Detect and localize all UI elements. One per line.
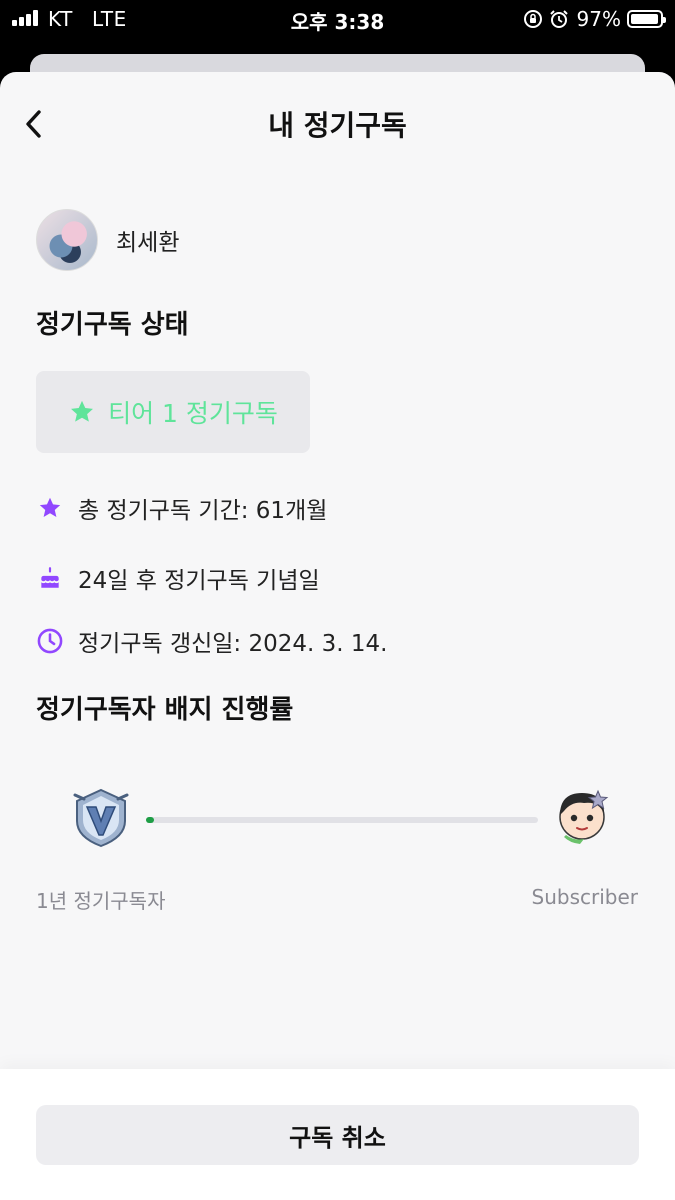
status-bar: KT LTE 오후 3:38 97% (0, 0, 675, 38)
next-badge-label: Subscriber (531, 885, 638, 909)
subscriber-badge-icon (559, 789, 609, 844)
channel-profile[interactable]: 최세환 (36, 208, 179, 272)
star-icon (71, 400, 94, 422)
badge-progress-fill (146, 817, 154, 823)
subscription-sheet: 내 정기구독 최세환 정기구독 상태 티어 1 정기구독 총 정기구독 기간: … (0, 72, 675, 1200)
anniversary-row: 24일 후 정기구독 기념일 (36, 560, 320, 596)
clock-icon (37, 628, 63, 654)
avatar[interactable] (36, 209, 98, 271)
bottom-action-bar: 구독 취소 (0, 1069, 675, 1200)
badge-progress-bar (146, 817, 538, 823)
battery-level-fill (631, 14, 659, 24)
badge-progress: 1년 정기구독자 Subscriber (0, 787, 675, 917)
renewal-date-text: 정기구독 갱신일: 2024. 3. 14. (78, 631, 388, 657)
total-period-text: 총 정기구독 기간: 61개월 (78, 498, 328, 524)
cancel-subscription-button[interactable]: 구독 취소 (36, 1105, 639, 1165)
battery-icon (627, 10, 666, 28)
status-indicators: 97% (523, 6, 666, 32)
battery-percent: 97% (576, 7, 621, 31)
alarm-icon (549, 10, 568, 28)
screen: KT LTE 오후 3:38 97% 내 정기구독 최세환 정기구독 상태 티어… (0, 0, 675, 1200)
cake-icon (41, 567, 59, 588)
anniversary-text: 24일 후 정기구독 기념일 (78, 568, 320, 594)
total-period-row: 총 정기구독 기간: 61개월 (36, 490, 327, 526)
subscription-status-title: 정기구독 상태 (36, 310, 189, 340)
current-badge-label: 1년 정기구독자 (36, 889, 166, 913)
channel-name[interactable]: 최세환 (116, 223, 179, 257)
tier-label: 티어 1 정기구독 (108, 399, 278, 428)
star-icon (39, 497, 61, 517)
one-year-badge-icon (73, 788, 129, 848)
page-title: 내 정기구독 (268, 109, 407, 142)
nav-bar: 내 정기구독 (0, 72, 675, 176)
orientation-lock-icon (523, 10, 542, 28)
renewal-row: 정기구독 갱신일: 2024. 3. 14. (36, 623, 387, 659)
tier-badge: 티어 1 정기구독 (36, 371, 310, 453)
badge-progress-title: 정기구독자 배지 진행률 (36, 695, 294, 725)
